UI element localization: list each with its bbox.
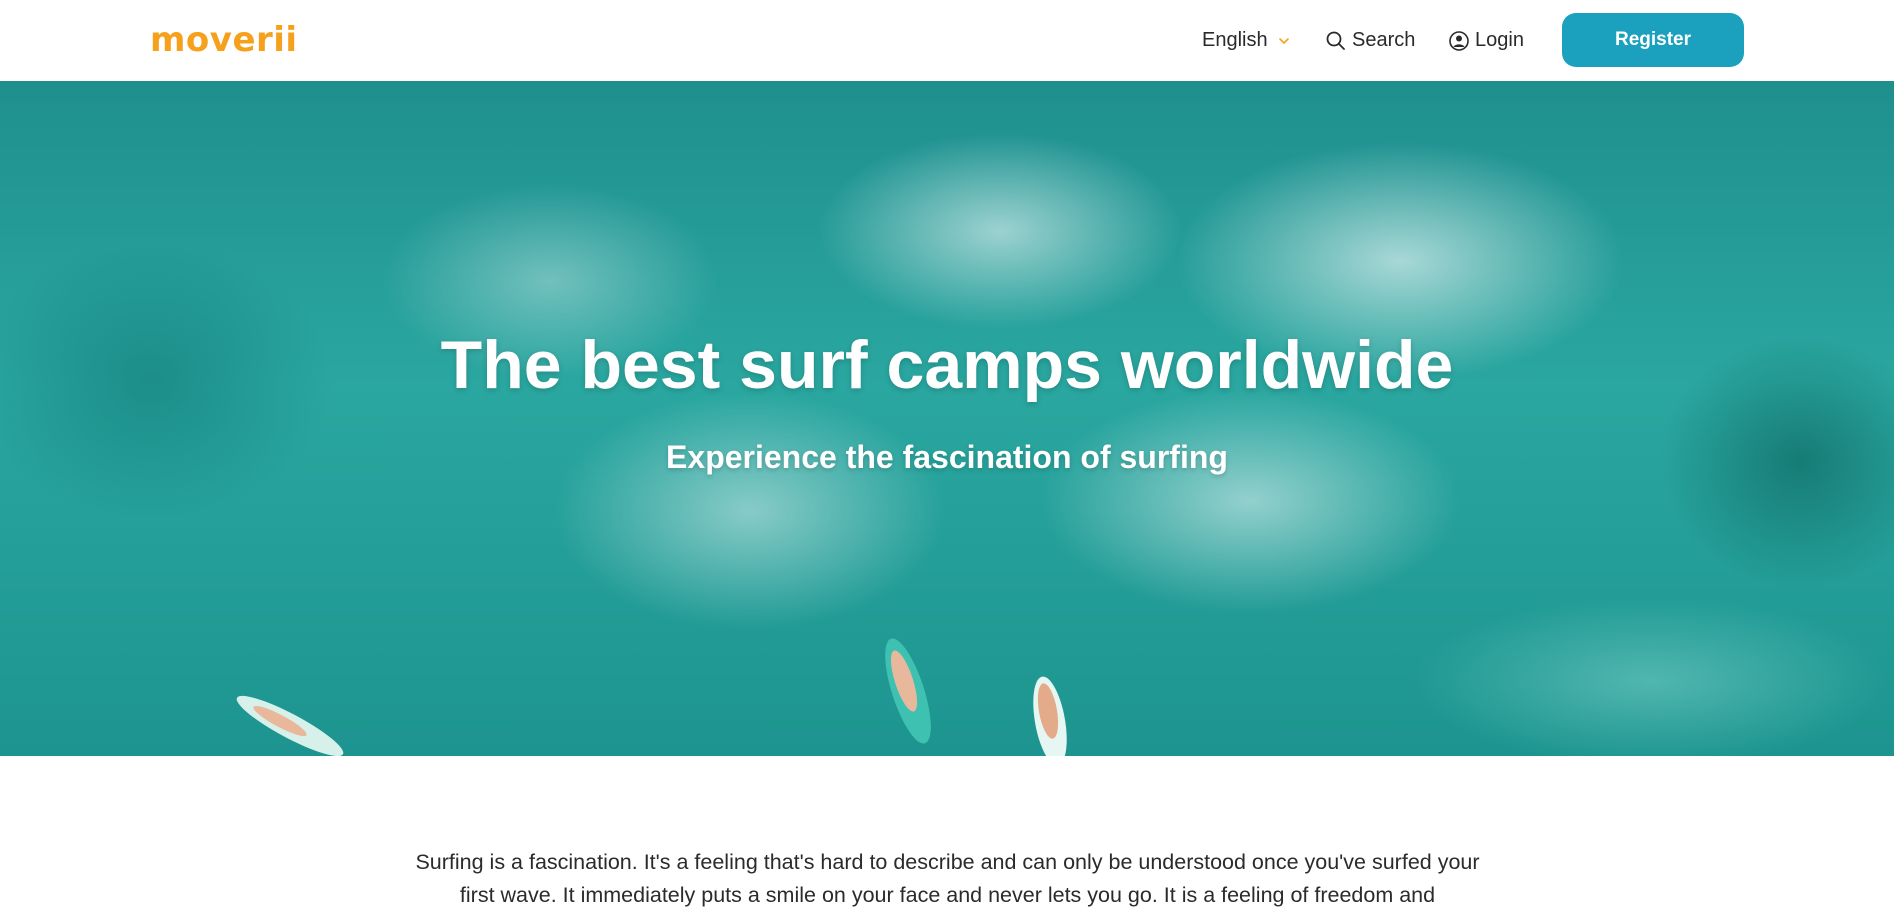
language-selector[interactable]: English — [1202, 0, 1290, 81]
moverii-logo[interactable]: moverii — [150, 20, 298, 60]
search-icon — [1326, 31, 1345, 50]
surfer-illustration — [236, 695, 344, 756]
hero-title: The best surf camps worldwide — [440, 327, 1454, 403]
login-link[interactable]: Login — [1448, 0, 1524, 81]
search-link[interactable]: Search — [1325, 0, 1415, 81]
hero-subtitle: Experience the fascination of surfing — [666, 439, 1228, 475]
site-header: moverii English Search Login Register — [0, 0, 1894, 81]
login-label: Login — [1475, 29, 1524, 51]
user-circle-icon — [1449, 30, 1469, 51]
language-label: English — [1202, 29, 1268, 51]
intro-paragraph: Surfing is a fascination. It's a feeling… — [415, 849, 1480, 907]
surfer-illustration — [1033, 676, 1067, 756]
chevron-down-icon — [1278, 37, 1289, 44]
hero-banner: The best surf camps worldwide Experience… — [0, 81, 1894, 756]
search-label: Search — [1352, 29, 1416, 51]
surfer-illustration — [885, 638, 931, 744]
register-button[interactable]: Register — [1562, 13, 1744, 67]
